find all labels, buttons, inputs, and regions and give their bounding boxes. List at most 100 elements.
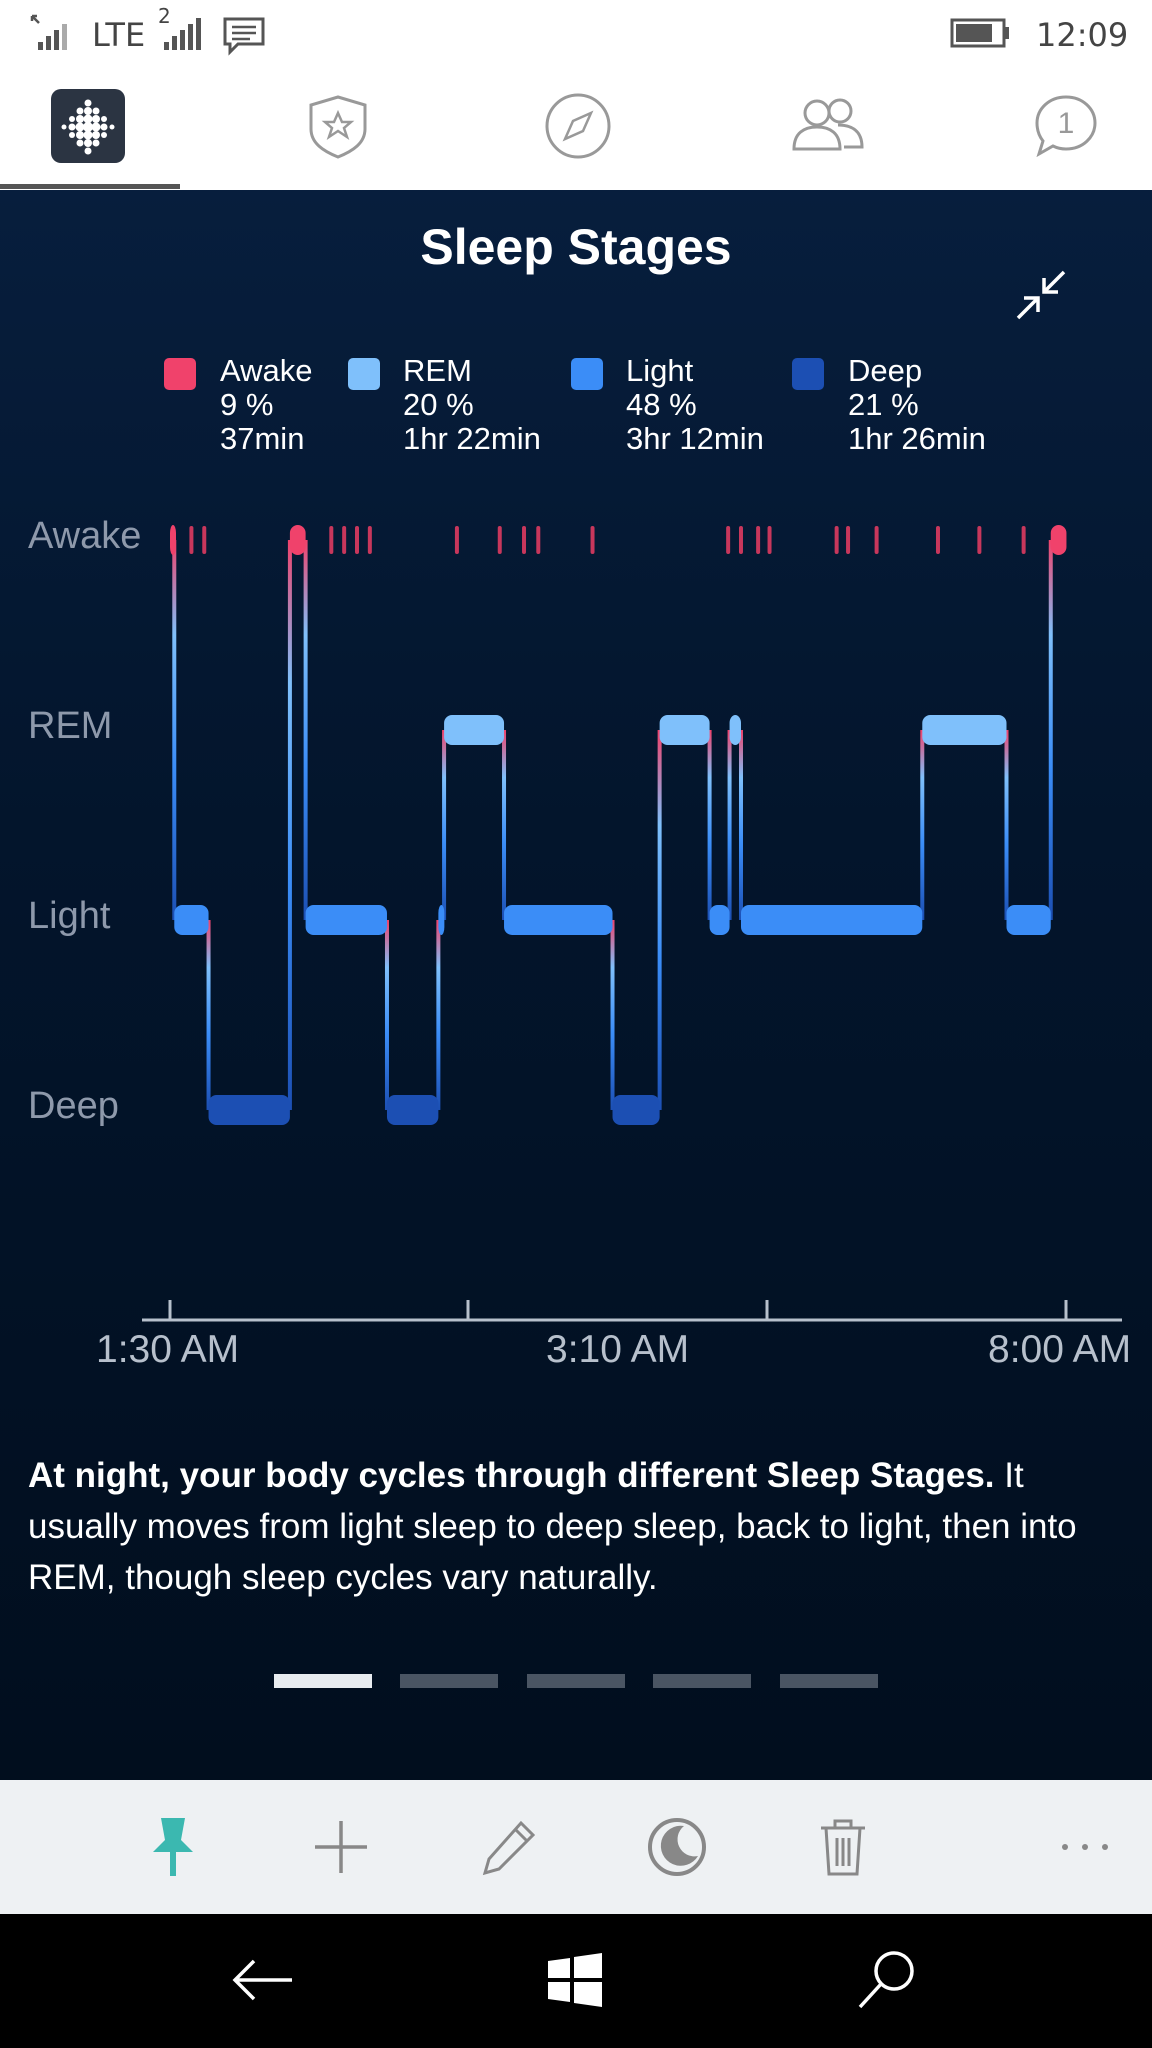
stage-block-deep	[208, 1095, 290, 1125]
page-indicator-5[interactable]	[780, 1674, 878, 1688]
stage-block-awake	[1050, 525, 1067, 555]
stage-transition	[920, 730, 925, 920]
stage-block-awake	[170, 525, 176, 555]
stage-transition	[172, 540, 177, 920]
awake-tick	[329, 526, 334, 554]
search-icon	[858, 1951, 914, 2009]
messages-badge-count: 1	[1057, 107, 1075, 140]
awake-tick	[935, 526, 940, 554]
stage-block-rem	[922, 715, 1007, 745]
awake-tick	[342, 526, 347, 554]
clock: 12:09	[1036, 16, 1129, 54]
stage-transition	[206, 920, 211, 1110]
page-indicator-2[interactable]	[400, 1674, 498, 1688]
pin-button[interactable]	[136, 1810, 210, 1884]
page-indicator-3[interactable]	[527, 1674, 625, 1688]
search-button[interactable]	[842, 1940, 932, 2020]
awake-tick	[1021, 526, 1026, 554]
stage-transition	[657, 730, 662, 1110]
stage-transition	[436, 920, 441, 1110]
stage-block-light	[438, 905, 445, 935]
stage-block-awake	[289, 525, 306, 555]
message-notification-icon	[223, 17, 265, 56]
battery-icon	[950, 18, 1009, 48]
awake-tick	[977, 526, 982, 554]
tab-challenges[interactable]	[298, 86, 378, 166]
pin-icon	[153, 1818, 193, 1876]
stage-block-light	[709, 905, 730, 935]
stage-block-light	[504, 905, 613, 935]
description-heading: At night, your body cycles through diffe…	[28, 1456, 995, 1495]
awake-tick	[497, 526, 502, 554]
start-button[interactable]	[530, 1940, 620, 2020]
awake-tick	[874, 526, 879, 554]
back-button[interactable]	[218, 1940, 308, 2020]
trash-icon	[821, 1819, 865, 1876]
stage-transition	[738, 730, 743, 920]
stage-block-light	[305, 905, 387, 935]
x-label-end: 8:00 AM	[988, 1328, 1132, 1371]
stage-block-rem	[659, 715, 710, 745]
compass-icon	[545, 93, 611, 159]
fitbit-dots-icon	[51, 89, 125, 163]
back-arrow-icon	[232, 1959, 292, 2001]
x-label-start: 1:30 AM	[96, 1328, 240, 1371]
awake-tick	[522, 526, 527, 554]
x-label-mid: 3:10 AM	[546, 1328, 690, 1371]
stage-transition	[1004, 730, 1009, 920]
page-indicator-1[interactable]	[274, 1674, 372, 1688]
sleep-stages-panel: Sleep Stages Awake 9 % 37min REM 20 % 1h…	[0, 190, 1152, 1780]
status-bar: LTE 2 12:09	[0, 0, 1152, 64]
pencil-icon	[482, 1820, 536, 1876]
app-bar	[0, 1780, 1152, 1914]
tab-discover[interactable]	[538, 86, 618, 166]
star-badge-icon	[309, 95, 367, 159]
top-tab-bar: 1	[0, 64, 1152, 190]
stage-transition	[610, 920, 615, 1110]
awake-tick	[367, 526, 372, 554]
plus-icon	[315, 1821, 367, 1873]
stage-block-deep	[612, 1095, 660, 1125]
stage-block-deep	[386, 1095, 439, 1125]
delete-button[interactable]	[806, 1810, 880, 1884]
awake-tick	[202, 526, 207, 554]
stage-transition	[502, 730, 507, 920]
system-nav-bar	[0, 1914, 1152, 2048]
awake-tick	[738, 526, 743, 554]
stage-transition	[384, 920, 389, 1110]
windows-logo-icon	[548, 1953, 602, 2007]
stage-transition	[303, 540, 308, 920]
tab-friends[interactable]	[788, 86, 868, 166]
more-button[interactable]	[1048, 1810, 1122, 1884]
stage-transition	[707, 730, 712, 920]
edit-button[interactable]	[472, 1810, 546, 1884]
stage-block-rem	[444, 715, 505, 745]
tab-messages[interactable]: 1	[1026, 86, 1106, 166]
stage-transition	[727, 730, 732, 920]
add-button[interactable]	[304, 1810, 378, 1884]
awake-tick	[726, 526, 731, 554]
network-type: LTE	[92, 16, 146, 54]
awake-tick	[590, 526, 595, 554]
sleep-stages-description: At night, your body cycles through diffe…	[28, 1450, 1128, 1603]
awake-tick	[355, 526, 359, 554]
awake-tick	[454, 526, 459, 554]
stage-block-light	[1006, 905, 1051, 935]
stage-transition	[442, 730, 447, 920]
active-tab-indicator	[0, 184, 180, 189]
tab-dashboard[interactable]	[48, 86, 128, 166]
stage-transition	[287, 540, 292, 1110]
awake-tick	[189, 526, 194, 554]
sleep-stages-chart	[142, 525, 1122, 1322]
stage-block-light	[174, 905, 209, 935]
stage-transition	[1048, 540, 1053, 920]
awake-tick	[536, 526, 541, 554]
signal-strength-icon	[30, 14, 67, 50]
stage-block-rem	[729, 715, 741, 745]
signal-strength-icon-2	[164, 18, 201, 50]
page-indicator-4[interactable]	[653, 1674, 751, 1688]
theme-button[interactable]	[640, 1810, 714, 1884]
awake-tick	[846, 526, 851, 554]
stage-block-light	[740, 905, 923, 935]
friends-icon	[792, 98, 864, 151]
